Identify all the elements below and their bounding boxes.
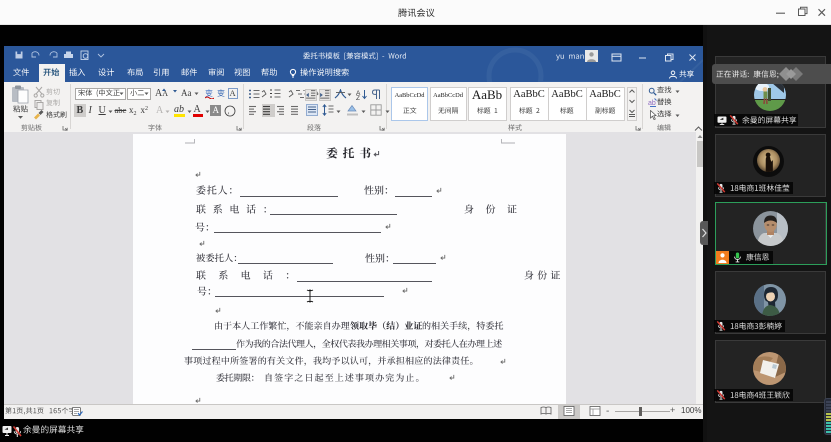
svg-text:ab: ab	[648, 100, 656, 107]
svg-text:,: ,	[228, 107, 230, 115]
svg-text:Z: Z	[356, 95, 360, 100]
